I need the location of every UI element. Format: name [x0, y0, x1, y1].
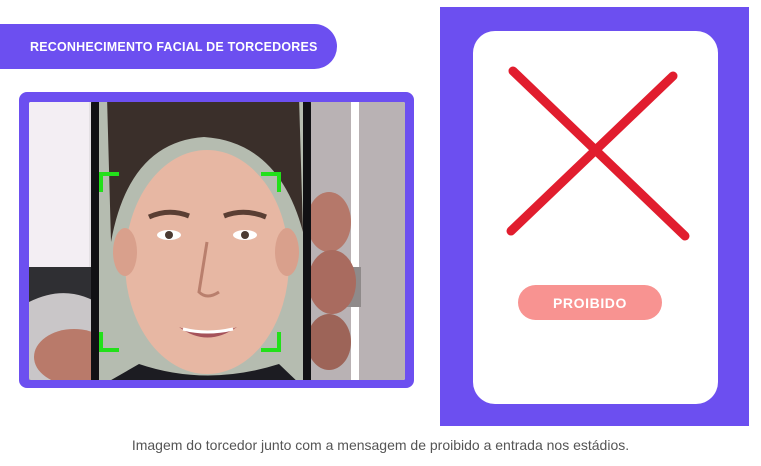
status-badge: PROIBIDO: [518, 285, 662, 320]
result-panel: PROIBIDO: [440, 7, 749, 426]
photo-frame: [19, 92, 414, 388]
image-caption: Imagem do torcedor junto com a mensagem …: [131, 437, 630, 453]
phone-with-face-image: [29, 102, 405, 380]
page-title: RECONHECIMENTO FACIAL DE TORCEDORES: [30, 39, 318, 54]
result-card: PROIBIDO: [473, 31, 718, 404]
status-badge-label: PROIBIDO: [552, 294, 628, 311]
cross-x-icon: [506, 66, 690, 241]
title-banner: RECONHECIMENTO FACIAL DE TORCEDORES: [0, 24, 337, 69]
face-scan-photo: [29, 102, 405, 380]
